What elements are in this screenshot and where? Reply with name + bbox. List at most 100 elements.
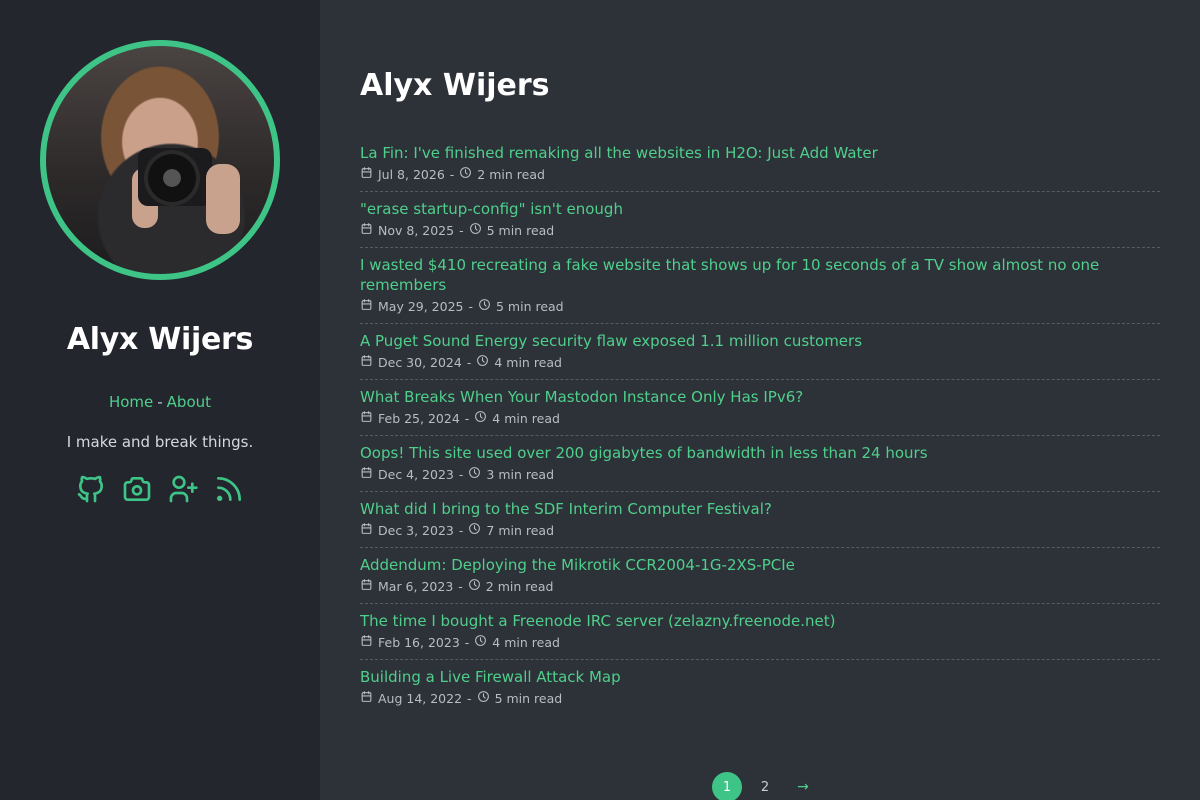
post-meta: Dec 3, 2023 - 7 min read bbox=[360, 522, 1160, 539]
clock-icon bbox=[477, 690, 490, 707]
page: Alyx Wijers Home - About I make and break … bbox=[0, 0, 1200, 800]
calendar-icon bbox=[360, 222, 373, 239]
post-meta-separator: - bbox=[459, 222, 464, 238]
post-meta: Feb 16, 2023 - 4 min read bbox=[360, 634, 1160, 651]
post-meta: Dec 4, 2023 - 3 min read bbox=[360, 466, 1160, 483]
calendar-icon bbox=[360, 298, 373, 315]
clock-icon bbox=[474, 410, 487, 427]
post-meta: Jul 8, 2026 - 2 min read bbox=[360, 166, 1160, 183]
post-item: I wasted $410 recreating a fake website … bbox=[360, 255, 1160, 324]
calendar-icon bbox=[360, 166, 373, 183]
post-item: A Puget Sound Energy security flaw expos… bbox=[360, 331, 1160, 380]
post-title-link[interactable]: The time I bought a Freenode IRC server … bbox=[360, 611, 1160, 631]
post-date: Feb 25, 2024 bbox=[378, 410, 460, 426]
nav-about-link[interactable]: About bbox=[167, 393, 211, 411]
post-date: Aug 14, 2022 bbox=[378, 690, 463, 706]
calendar-icon bbox=[360, 634, 373, 651]
post-meta-separator: - bbox=[458, 466, 464, 482]
sidebar-nav: Home - About bbox=[109, 393, 211, 411]
avatar bbox=[40, 40, 280, 280]
post-read-time: 5 min read bbox=[496, 298, 564, 314]
social-links bbox=[75, 473, 245, 505]
post-date: May 29, 2025 bbox=[378, 298, 464, 314]
post-date: Jul 8, 2026 bbox=[378, 166, 445, 182]
post-item: La Fin: I've finished remaking all the w… bbox=[360, 143, 1160, 192]
post-meta: Mar 6, 2023 - 2 min read bbox=[360, 578, 1160, 595]
post-meta-separator: - bbox=[458, 522, 464, 538]
rss-icon[interactable] bbox=[213, 473, 245, 505]
post-item: The time I bought a Freenode IRC server … bbox=[360, 611, 1160, 660]
clock-icon bbox=[474, 634, 487, 651]
post-date: Mar 6, 2023 bbox=[378, 578, 454, 594]
post-title-link[interactable]: What did I bring to the SDF Interim Comp… bbox=[360, 499, 1160, 519]
post-read-time: 4 min read bbox=[492, 410, 560, 426]
post-read-time: 4 min read bbox=[494, 354, 562, 370]
post-meta: Aug 14, 2022 - 5 min read bbox=[360, 690, 1160, 707]
avatar-hand-right bbox=[206, 164, 240, 234]
post-item: What did I bring to the SDF Interim Comp… bbox=[360, 499, 1160, 548]
pagination: 1 2 → bbox=[712, 772, 818, 800]
avatar-camera-lens bbox=[144, 150, 200, 206]
clock-icon bbox=[459, 166, 472, 183]
clock-icon bbox=[476, 354, 489, 371]
post-meta: May 29, 2025 - 5 min read bbox=[360, 298, 1160, 315]
post-title-link[interactable]: A Puget Sound Energy security flaw expos… bbox=[360, 331, 1160, 351]
calendar-icon bbox=[360, 466, 373, 483]
calendar-icon bbox=[360, 354, 373, 371]
calendar-icon bbox=[360, 522, 373, 539]
post-meta-separator: - bbox=[467, 690, 472, 706]
tagline: I make and break things. bbox=[66, 433, 254, 451]
post-read-time: 4 min read bbox=[492, 634, 560, 650]
user-plus-icon[interactable] bbox=[167, 473, 199, 505]
post-item: Oops! This site used over 200 gigabytes … bbox=[360, 443, 1160, 492]
post-read-time: 7 min read bbox=[486, 522, 555, 538]
post-item: What Breaks When Your Mastodon Instance … bbox=[360, 387, 1160, 436]
post-meta-separator: - bbox=[464, 410, 470, 426]
post-title-link[interactable]: What Breaks When Your Mastodon Instance … bbox=[360, 387, 1160, 407]
post-read-time: 5 min read bbox=[494, 690, 563, 706]
post-meta-separator: - bbox=[466, 354, 472, 370]
post-read-time: 2 min read bbox=[477, 166, 545, 182]
post-meta-separator: - bbox=[468, 298, 473, 314]
post-meta: Dec 30, 2024 - 4 min read bbox=[360, 354, 1160, 371]
post-title-link[interactable]: Oops! This site used over 200 gigabytes … bbox=[360, 443, 1160, 463]
post-date: Dec 30, 2024 bbox=[378, 354, 462, 370]
clock-icon bbox=[468, 522, 481, 539]
calendar-icon bbox=[360, 690, 373, 707]
post-read-time: 3 min read bbox=[486, 466, 555, 482]
nav-home-link[interactable]: Home bbox=[109, 393, 153, 411]
post-meta-separator: - bbox=[464, 634, 470, 650]
post-list: La Fin: I've finished remaking all the w… bbox=[360, 143, 1160, 715]
site-name: Alyx Wijers bbox=[66, 322, 254, 357]
clock-icon bbox=[468, 466, 481, 483]
post-title-link[interactable]: Building a Live Firewall Attack Map bbox=[360, 667, 1160, 687]
post-item: "erase startup-config" isn't enough Nov … bbox=[360, 199, 1160, 248]
calendar-icon bbox=[360, 410, 373, 427]
main-content: Alyx Wijers La Fin: I've finished remaki… bbox=[320, 0, 1200, 800]
page-2-button[interactable]: 2 bbox=[750, 772, 780, 800]
clock-icon bbox=[468, 578, 481, 595]
post-meta-separator: - bbox=[449, 166, 455, 182]
sidebar: Alyx Wijers Home - About I make and break … bbox=[0, 0, 320, 800]
post-date: Nov 8, 2025 bbox=[378, 222, 455, 238]
post-date: Feb 16, 2023 bbox=[378, 634, 460, 650]
post-title-link[interactable]: Addendum: Deploying the Mikrotik CCR2004… bbox=[360, 555, 1160, 575]
github-icon[interactable] bbox=[75, 473, 107, 505]
post-read-time: 5 min read bbox=[486, 222, 555, 238]
post-meta: Feb 25, 2024 - 4 min read bbox=[360, 410, 1160, 427]
post-title-link[interactable]: I wasted $410 recreating a fake website … bbox=[360, 255, 1160, 295]
post-item: Building a Live Firewall Attack Map Aug … bbox=[360, 667, 1160, 715]
post-item: Addendum: Deploying the Mikrotik CCR2004… bbox=[360, 555, 1160, 604]
next-page-icon[interactable]: → bbox=[788, 779, 818, 795]
post-title-link[interactable]: "erase startup-config" isn't enough bbox=[360, 199, 1160, 219]
post-read-time: 2 min read bbox=[485, 578, 554, 594]
clock-icon bbox=[469, 222, 482, 239]
post-title-link[interactable]: La Fin: I've finished remaking all the w… bbox=[360, 143, 1160, 163]
nav-separator: - bbox=[157, 393, 163, 411]
page-title: Alyx Wijers bbox=[360, 68, 550, 103]
clock-icon bbox=[478, 298, 491, 315]
page-1-button[interactable]: 1 bbox=[712, 772, 742, 800]
calendar-icon bbox=[360, 578, 373, 595]
camera-icon[interactable] bbox=[121, 473, 153, 505]
post-meta: Nov 8, 2025 - 5 min read bbox=[360, 222, 1160, 239]
